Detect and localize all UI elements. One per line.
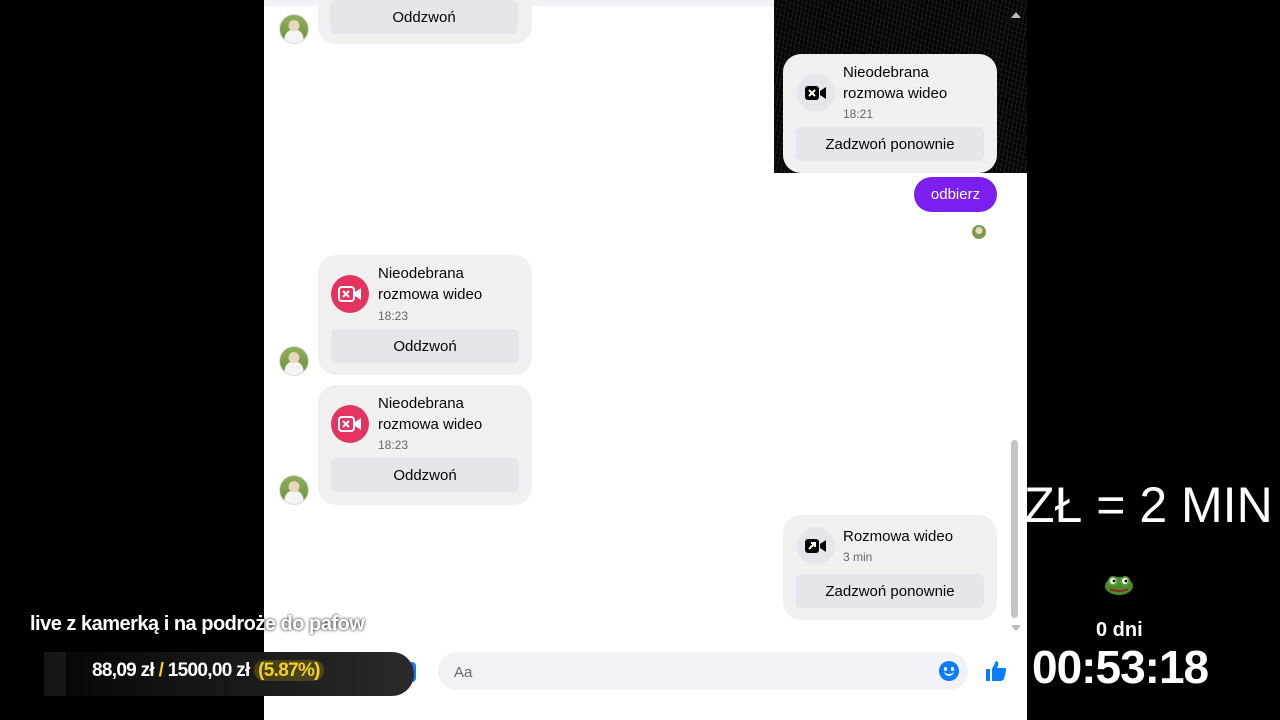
call-time: 18:21 <box>843 107 874 121</box>
call-back-button[interactable]: Oddzwoń <box>330 0 518 34</box>
contact-avatar[interactable] <box>279 475 309 505</box>
call-title-line2: rozmowa wideo <box>378 286 483 303</box>
goal-target: 1500,00 zł <box>167 660 250 681</box>
call-time: 18:23 <box>378 438 409 452</box>
missed-call-card: Nieodebrana rozmowa wideo 18:23 Oddzwoń <box>318 255 532 375</box>
goal-separator: / <box>158 660 164 681</box>
call-title-line2: rozmowa wideo <box>843 85 948 102</box>
call-again-button[interactable]: Zadzwoń ponownie <box>796 574 984 608</box>
call-title-line1: Nieodebrana <box>378 395 464 412</box>
call-back-button[interactable]: Oddzwoń <box>331 458 519 492</box>
call-title-line2: rozmowa wideo <box>378 416 483 433</box>
missed-call-card: Nieodebrana rozmowa wideo 18:23 Oddzwoń <box>318 385 532 505</box>
call-card-partial: Oddzwoń <box>318 0 532 44</box>
video-call-card: Rozmowa wideo 3 min Zadzwoń ponownie <box>783 515 997 620</box>
scroll-thumb[interactable] <box>1011 440 1018 618</box>
missed-call-card: Nieodebrana rozmowa wideo 18:21 Zadzwoń … <box>783 54 997 173</box>
goal-percent: (5.87%) <box>254 660 324 681</box>
call-title: Rozmowa wideo <box>843 528 954 545</box>
sent-message-bubble[interactable]: odbierz <box>914 177 997 212</box>
donation-goal-fill <box>44 652 66 696</box>
seen-avatar <box>972 225 986 239</box>
missed-video-icon <box>331 405 369 443</box>
donation-goal-text: 88,09 zł / 1500,00 zł (5.87%) <box>92 660 324 682</box>
call-back-button[interactable]: Oddzwoń <box>331 329 519 363</box>
message-composer[interactable] <box>438 652 968 692</box>
messenger-chat-panel: Oddzwoń Nieodebrana rozmowa wideo 18:21 … <box>264 0 1027 720</box>
video-call-out-icon <box>797 527 835 565</box>
message-input[interactable] <box>452 652 916 692</box>
scroll-up-arrow-icon[interactable] <box>1011 12 1021 18</box>
scrollbar[interactable] <box>1008 8 1022 638</box>
missed-video-icon <box>331 275 369 313</box>
rate-text: ZŁ = 2 MIN <box>1024 477 1273 533</box>
call-title-line1: Nieodebrana <box>843 64 929 81</box>
contact-avatar[interactable] <box>279 346 309 376</box>
stream-timer: 00:53:18 <box>1032 641 1209 693</box>
missed-video-icon <box>797 74 835 112</box>
goal-current: 88,09 zł <box>92 660 155 681</box>
pepe-emote-icon <box>1105 576 1133 595</box>
call-time: 18:23 <box>378 309 409 323</box>
call-again-button[interactable]: Zadzwoń ponownie <box>796 127 984 161</box>
scroll-down-arrow-icon[interactable] <box>1011 625 1021 631</box>
stream-title: live z kamerką i na podroże do pafow <box>30 613 365 635</box>
days-counter: 0 dni <box>1096 619 1143 641</box>
like-icon[interactable] <box>982 657 1010 685</box>
call-title-line1: Nieodebrana <box>378 265 464 282</box>
contact-avatar[interactable] <box>279 14 309 44</box>
call-duration: 3 min <box>843 550 873 564</box>
emoji-icon[interactable] <box>939 661 959 681</box>
